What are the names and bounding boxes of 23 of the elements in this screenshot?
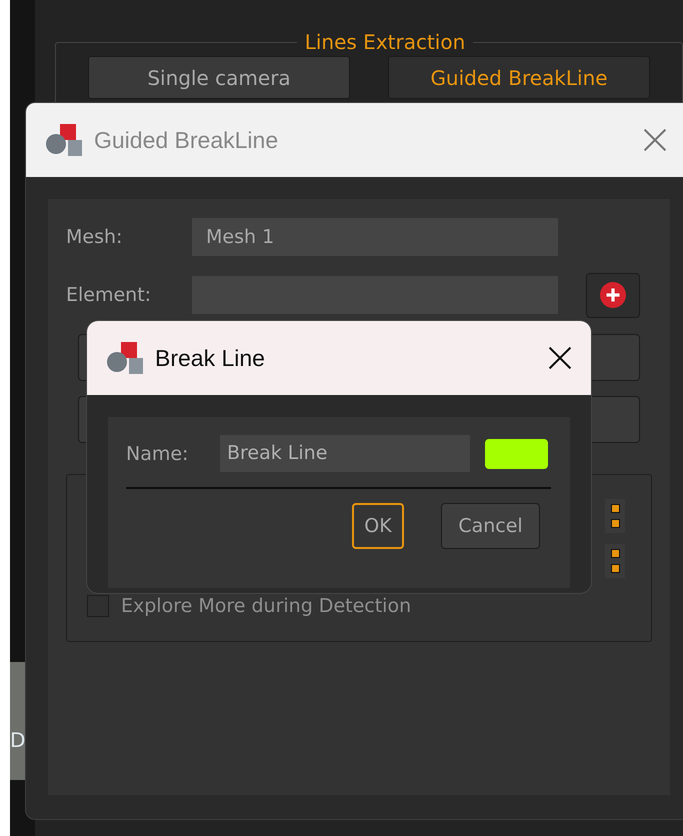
checkbox[interactable] — [87, 595, 109, 617]
window-title: Break Line — [155, 344, 266, 372]
window-title: Guided BreakLine — [94, 126, 280, 154]
mode-button[interactable]: Single camera — [88, 56, 350, 99]
drag-handle-icon[interactable] — [605, 499, 625, 533]
color-swatch[interactable] — [485, 438, 548, 468]
name-field[interactable]: Break Line — [220, 435, 470, 472]
app-icon — [105, 340, 145, 376]
close-icon[interactable] — [547, 345, 573, 371]
checkbox-label: Explore More during Detection — [121, 595, 412, 617]
ok-button[interactable]: OK — [352, 503, 404, 549]
add-icon — [600, 282, 626, 308]
viewport-label: D — [10, 728, 26, 752]
field-label: Name: — [126, 442, 190, 464]
cancel-button[interactable]: Cancel — [441, 503, 540, 549]
add-button[interactable] — [586, 272, 640, 318]
drag-handle-icon[interactable] — [605, 544, 625, 578]
mode-button[interactable]: Guided BreakLine — [388, 56, 650, 99]
field-label: Mesh: — [66, 226, 124, 248]
group-title: Lines Extraction — [304, 30, 466, 54]
app-icon — [44, 122, 84, 158]
mesh-field[interactable]: Mesh 1 — [192, 218, 558, 256]
field-label: Element: — [66, 284, 152, 306]
